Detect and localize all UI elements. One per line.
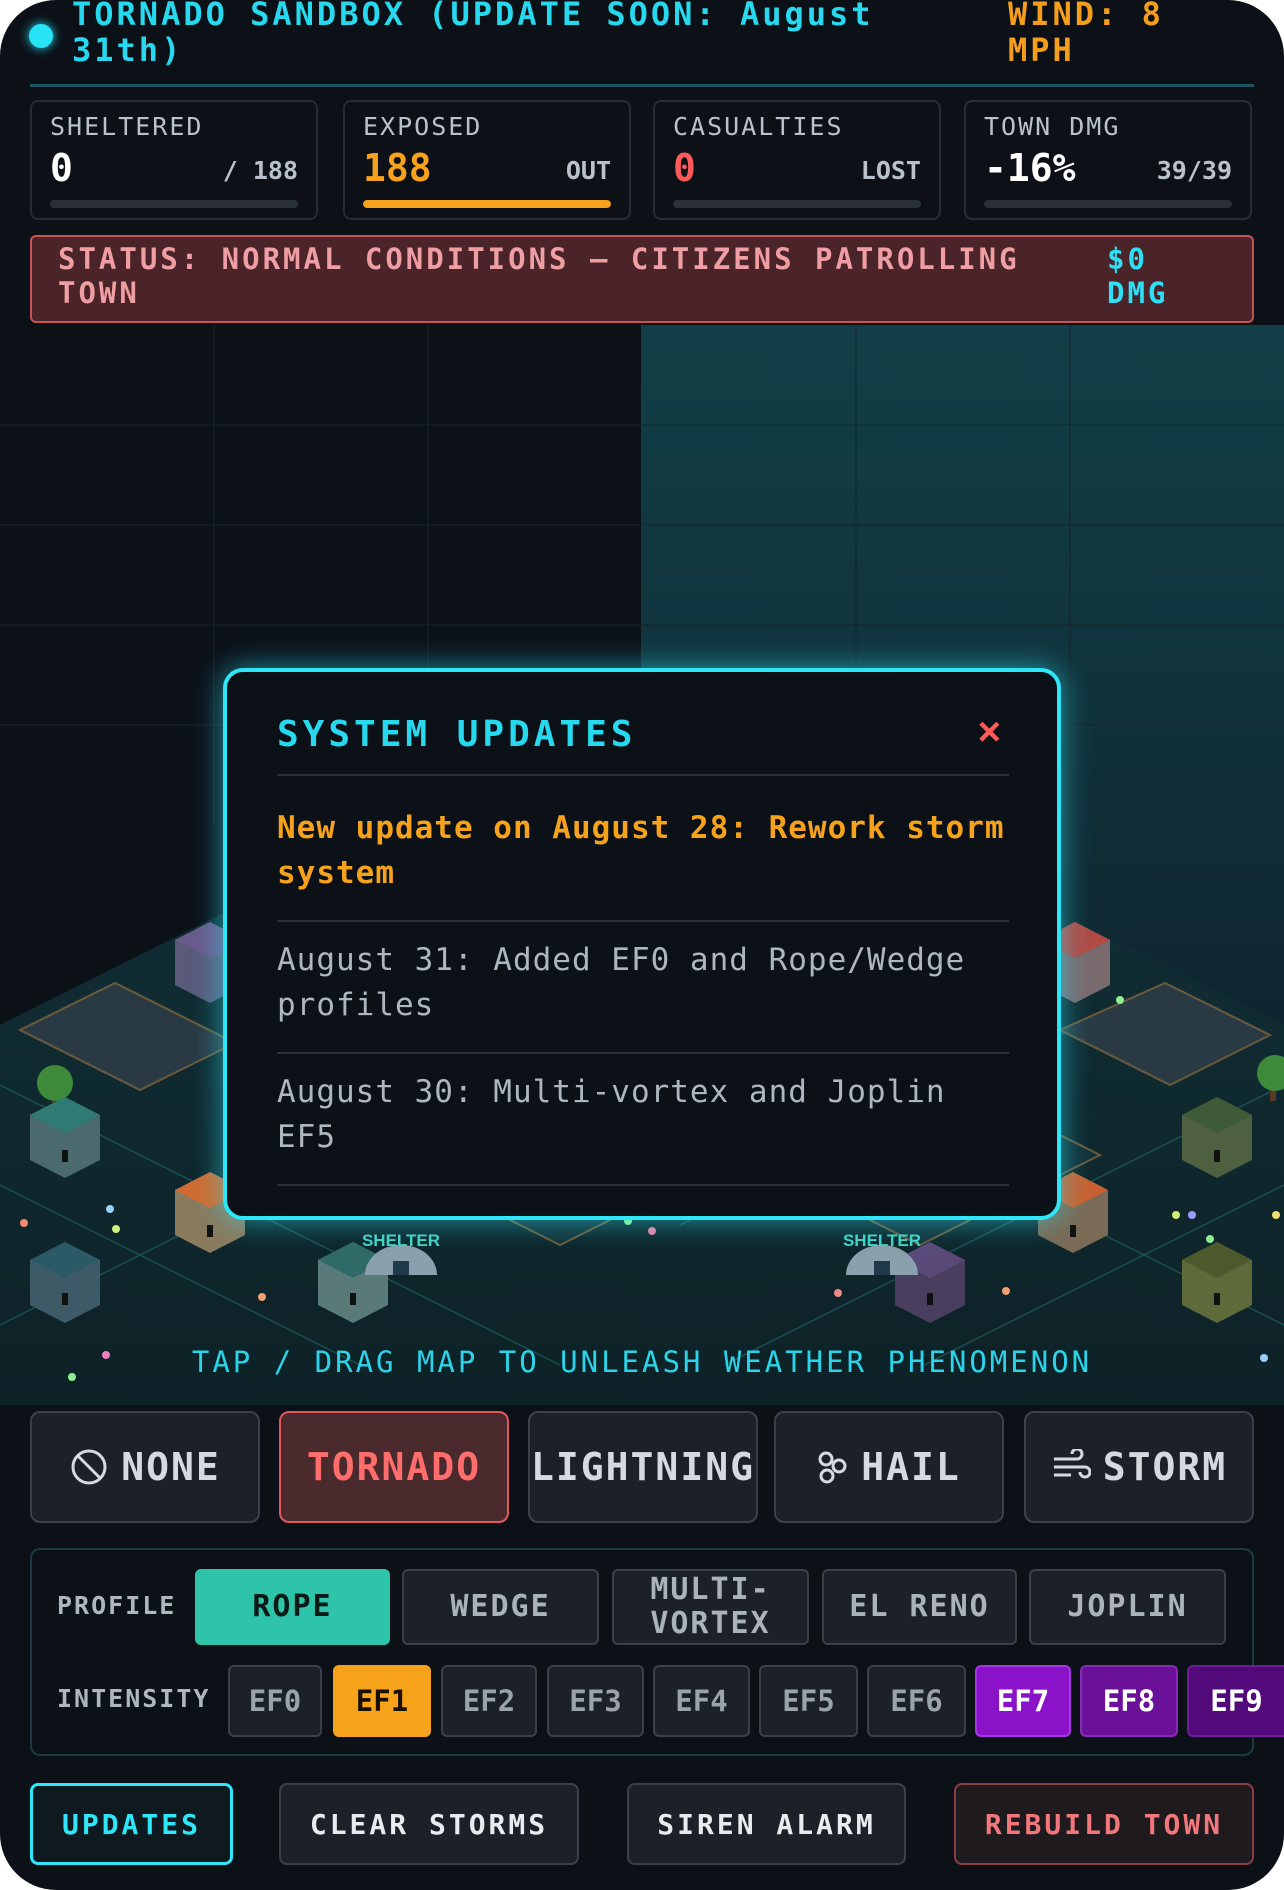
- shelter-label: SHELTER: [843, 1231, 921, 1250]
- game-frame: TORNADO SANDBOX (UPDATE SOON: August 31t…: [0, 0, 1284, 1890]
- shelter-label: SHELTER: [362, 1231, 440, 1250]
- update-item-highlight: New update on August 28: Rework storm sy…: [277, 810, 1005, 891]
- weather-button-label: HAIL: [861, 1445, 961, 1489]
- intensity-ef3[interactable]: EF3: [547, 1665, 644, 1737]
- damage-total: $0 DMG: [1107, 242, 1169, 310]
- wind-icon: [1053, 1449, 1091, 1479]
- intensity-label: INTENSITY: [57, 1684, 211, 1713]
- weather-button-lightning[interactable]: LIGHTNING: [528, 1411, 758, 1523]
- modal-divider: [277, 920, 1009, 922]
- stat-value: 0: [50, 146, 73, 190]
- modal-title: SYSTEM UPDATES: [277, 714, 637, 755]
- stat-value: 0: [673, 146, 696, 190]
- stat-card-exposed: EXPOSED 188 OUT: [343, 100, 631, 220]
- profile-joplin[interactable]: JOPLIN: [1029, 1569, 1226, 1645]
- stat-bar: [50, 200, 298, 208]
- intensity-ef4[interactable]: EF4: [653, 1665, 750, 1737]
- game-title: TORNADO SANDBOX (UPDATE SOON: August 31t…: [72, 0, 874, 69]
- stat-sub: 39/39: [1156, 156, 1232, 185]
- profile-multi-vortex[interactable]: MULTI-VORTEX: [612, 1569, 809, 1645]
- rebuild-town-button[interactable]: REBUILD TOWN: [954, 1783, 1254, 1865]
- update-item: August 30: Multi-vortex and Joplin EF5: [277, 1074, 946, 1155]
- profile-rope[interactable]: ROPE: [195, 1569, 390, 1645]
- updates-button[interactable]: UPDATES: [30, 1783, 233, 1865]
- intensity-ef5[interactable]: EF5: [759, 1665, 858, 1737]
- stat-label: TOWN DMG: [984, 112, 1121, 141]
- stat-label: SHELTERED: [50, 112, 204, 141]
- weather-button-none[interactable]: NONE: [30, 1411, 260, 1523]
- stat-sub: / 188: [222, 156, 298, 185]
- stat-label: EXPOSED: [363, 112, 483, 141]
- profile-wedge[interactable]: WEDGE: [402, 1569, 599, 1645]
- status-dot-icon: [29, 24, 53, 48]
- intensity-ef8[interactable]: EF8: [1080, 1665, 1178, 1737]
- weather-button-storm[interactable]: STORM: [1024, 1411, 1254, 1523]
- intensity-ef7[interactable]: EF7: [975, 1665, 1071, 1737]
- intensity-ef9[interactable]: EF9: [1187, 1665, 1284, 1737]
- modal-divider: [277, 1184, 1009, 1186]
- clear-storms-button[interactable]: CLEAR STORMS: [279, 1783, 579, 1865]
- stat-label: CASUALTIES: [673, 112, 844, 141]
- weather-button-label: LIGHTNING: [531, 1445, 755, 1489]
- header-divider: [30, 84, 1254, 87]
- map-hint: TAP / DRAG MAP TO UNLEASH WEATHER PHENOM…: [191, 1345, 1093, 1379]
- stat-value: 188: [363, 146, 432, 190]
- intensity-ef1[interactable]: EF1: [333, 1665, 431, 1737]
- status-text: STATUS: NORMAL CONDITIONS — CITIZENS PAT…: [58, 242, 1020, 310]
- stat-bar: [984, 200, 1232, 208]
- system-updates-modal: SYSTEM UPDATES × New update on August 28…: [223, 668, 1061, 1220]
- weather-button-label: STORM: [1102, 1445, 1228, 1489]
- stat-card-casualties: CASUALTIES 0 LOST: [653, 100, 941, 220]
- stat-card-sheltered: SHELTERED 0 / 188: [30, 100, 318, 220]
- ban-icon: [71, 1449, 107, 1485]
- modal-divider: [277, 774, 1009, 776]
- intensity-ef6[interactable]: EF6: [867, 1665, 966, 1737]
- stat-value: -16%: [984, 146, 1076, 190]
- siren-alarm-button[interactable]: SIREN ALARM: [627, 1783, 906, 1865]
- weather-button-label: NONE: [121, 1445, 221, 1489]
- update-item: August 31: Added EF0 and Rope/Wedge prof…: [277, 942, 966, 1023]
- profile-el-reno[interactable]: EL RENO: [822, 1569, 1017, 1645]
- modal-divider: [277, 1052, 1009, 1054]
- stat-bar: [673, 200, 921, 208]
- weather-button-tornado[interactable]: TORNADO: [279, 1411, 509, 1523]
- status-banner: STATUS: NORMAL CONDITIONS — CITIZENS PAT…: [30, 235, 1254, 323]
- weather-button-label: TORNADO: [306, 1445, 482, 1489]
- stat-bar: [363, 200, 611, 208]
- weather-button-hail[interactable]: HAIL: [774, 1411, 1004, 1523]
- close-icon[interactable]: ×: [978, 710, 1001, 755]
- profile-label: PROFILE: [57, 1591, 177, 1620]
- hail-icon: [818, 1451, 847, 1484]
- stat-sub: LOST: [860, 156, 921, 185]
- stat-card-town-damage: TOWN DMG -16% 39/39: [964, 100, 1252, 220]
- intensity-ef2[interactable]: EF2: [441, 1665, 537, 1737]
- intensity-ef0[interactable]: EF0: [228, 1665, 322, 1737]
- stat-sub: OUT: [565, 156, 611, 185]
- wind-readout: WIND: 8 MPH: [1008, 0, 1164, 69]
